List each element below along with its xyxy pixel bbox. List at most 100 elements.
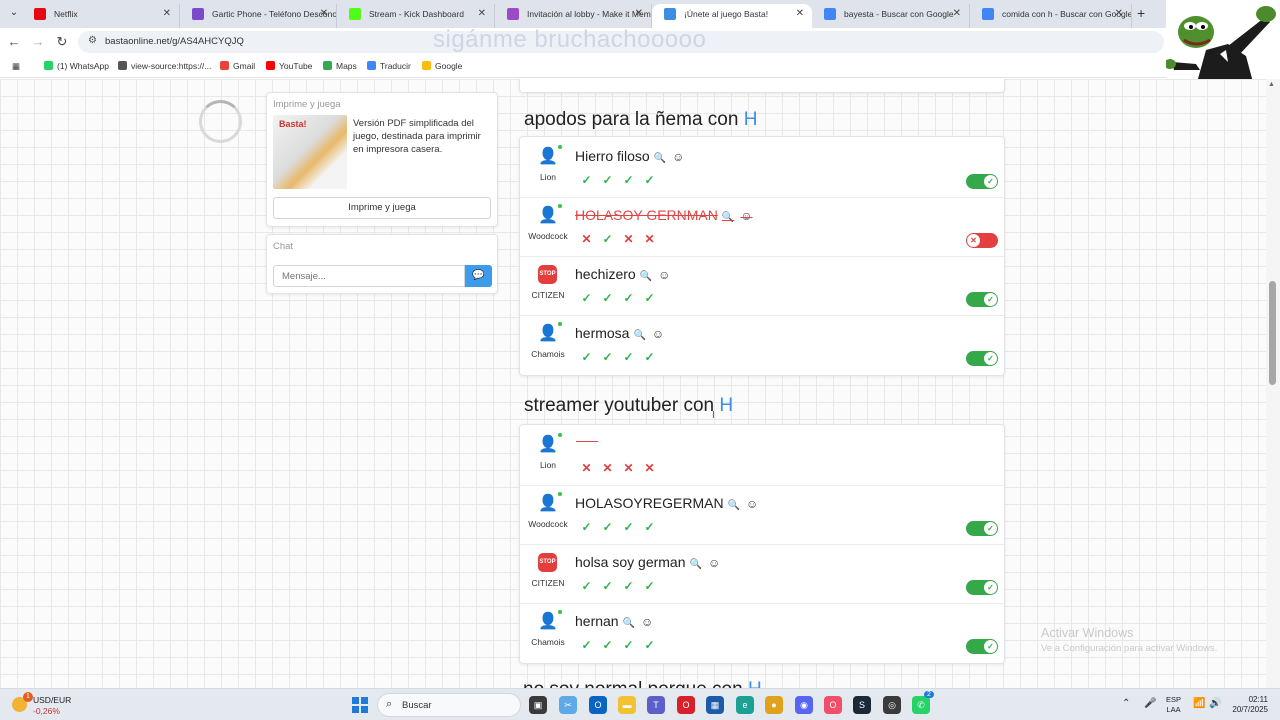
stop-icon: STOP	[538, 553, 557, 572]
smiley-icon[interactable]: ☺	[708, 556, 720, 570]
clock[interactable]: 02:11 20/7/2025	[1226, 695, 1268, 715]
smiley-icon[interactable]: ☺	[641, 615, 653, 629]
check-icon: ✓	[984, 293, 997, 306]
smiley-icon[interactable]: ☺	[740, 209, 752, 223]
search-icon[interactable]: 🔍	[640, 271, 652, 282]
bookmark-item[interactable]: Maps	[323, 61, 357, 71]
accept-toggle[interactable]: ✓	[966, 639, 998, 654]
chat-message-input[interactable]	[273, 265, 465, 287]
close-tab-icon[interactable]: ✕	[320, 4, 328, 24]
opera-gx-icon[interactable]: O	[824, 696, 842, 714]
search-icon[interactable]: 🔍	[728, 500, 740, 511]
accept-toggle[interactable]: ✓	[966, 292, 998, 307]
new-tab-button[interactable]: +	[1137, 5, 1145, 21]
windows-start-icon[interactable]	[352, 697, 368, 713]
url-text[interactable]: bastaonline.net/g/AS4AHCYQJQ	[105, 36, 244, 47]
language-indicator[interactable]: ESP LAA	[1166, 695, 1181, 715]
scroll-up-arrow-icon[interactable]: ▲	[1268, 81, 1275, 88]
tray-chevron-icon[interactable]: ⌃	[1122, 698, 1130, 709]
browser-tab[interactable]: Gartic Phone - Teléfono Desconocido✕	[180, 4, 337, 28]
store-icon[interactable]: ▦	[706, 696, 724, 714]
teams-icon[interactable]: T	[647, 696, 665, 714]
stop-label: STOP	[539, 559, 556, 565]
browser-tab[interactable]: ¡Únete al juego Basta! ✕	[652, 4, 812, 28]
browser-tab[interactable]: Netflix ✕	[22, 4, 180, 28]
obs-icon[interactable]: ◎	[883, 696, 901, 714]
search-icon[interactable]: 🔍	[722, 212, 734, 223]
back-arrow-icon[interactable]: ←	[6, 34, 22, 49]
check-icon: ✓	[644, 350, 655, 364]
search-icon[interactable]: 🔍	[654, 153, 666, 164]
discord-icon[interactable]: ◉	[795, 696, 813, 714]
online-dot-icon	[558, 492, 562, 496]
chat-send-button[interactable]: 💬	[465, 265, 492, 287]
outlook-icon[interactable]: O	[589, 696, 607, 714]
taskbar-search[interactable]: ⌕ Buscar	[377, 693, 521, 717]
close-tab-icon[interactable]: ✕	[635, 4, 643, 24]
accept-toggle[interactable]: ✓	[966, 521, 998, 536]
accept-toggle[interactable]: ✓	[966, 174, 998, 189]
smiley-icon[interactable]: ☺	[746, 497, 758, 511]
browser-tab[interactable]: bayesta - Buscar con Google ✕	[812, 4, 970, 28]
microphone-icon[interactable]: 🎤	[1144, 698, 1156, 709]
browser-tab[interactable]: Stream - Kick Dashboard ✕	[337, 4, 495, 28]
answer-row: 👤 Woodcock HOLASOYREGERMAN 🔍 ☺ ✓ ✓ ✓ ✓ ✓	[520, 486, 1004, 545]
file-explorer-icon[interactable]: ▬	[618, 696, 636, 714]
bookmark-item[interactable]: Traducir	[367, 61, 411, 71]
close-tab-icon[interactable]: ✕	[163, 4, 171, 24]
google-icon	[824, 8, 836, 20]
page-scrollbar[interactable]: ▲	[1266, 79, 1280, 688]
bookmark-item[interactable]: view-source:https://...	[118, 61, 211, 71]
bookmark-item[interactable]: Google	[422, 61, 462, 71]
steam-icon[interactable]: S	[853, 696, 871, 714]
tab-search-chevron-icon[interactable]: ⌄	[6, 5, 22, 21]
close-tab-icon[interactable]: ✕	[953, 4, 961, 24]
volume-icon[interactable]: 🔊	[1209, 698, 1221, 709]
forward-arrow-icon[interactable]: →	[30, 34, 46, 49]
chrome-icon[interactable]: ●	[765, 696, 783, 714]
close-tab-icon[interactable]: ✕	[1115, 4, 1123, 24]
windows-taskbar: 1 USD/EUR -0,26% ⌕ Buscar ▣ ✂ O ▬ T O ▦ …	[0, 688, 1280, 720]
smiley-icon[interactable]: ☺	[672, 150, 684, 164]
close-tab-icon[interactable]: ✕	[796, 4, 804, 24]
answer-row: 👤 Chamois hermosa 🔍 ☺ ✓ ✓ ✓ ✓ ✓	[520, 316, 1004, 375]
page-content: Imprime y juega Basta! Versión PDF simpl…	[0, 79, 1280, 688]
scrollbar-thumb[interactable]	[1269, 281, 1276, 385]
bookmark-item[interactable]: YouTube	[266, 61, 312, 71]
print-and-play-button[interactable]: Imprime y juega	[273, 197, 491, 219]
accept-toggle[interactable]: ✓	[966, 351, 998, 366]
check-icon: ✓	[581, 291, 592, 305]
search-icon[interactable]: 🔍	[633, 330, 645, 341]
site-info-icon[interactable]: ⚙	[88, 35, 97, 46]
bookmark-item[interactable]: Gmail	[220, 61, 255, 71]
browser-tab[interactable]: comida con h - Buscar con Google ✕	[970, 4, 1132, 28]
category-letter: H	[743, 109, 758, 130]
smiley-icon[interactable]: ☺	[652, 327, 664, 341]
browser-tab[interactable]: Invitación al lobby - Make it Meme ✕	[495, 4, 652, 28]
snipping-tool-icon[interactable]: ✂	[559, 696, 577, 714]
answer-row: STOP CITIZEN holsa soy german 🔍 ☺ ✓ ✓ ✓ ✓ ✓	[520, 545, 1004, 604]
answer-row: 👤 Lion ✕ ✕ ✕ ✕	[520, 427, 1004, 486]
cross-icon: ✕	[581, 232, 592, 246]
bookmark-item[interactable]: (1) WhatsApp	[44, 61, 109, 71]
search-icon[interactable]: 🔍	[623, 618, 635, 629]
search-icon[interactable]: 🔍	[690, 559, 702, 570]
accept-toggle[interactable]: ✕	[966, 233, 998, 248]
apps-grid-icon[interactable]: ▦	[12, 61, 20, 72]
check-icon: ✓	[602, 173, 613, 187]
smiley-icon[interactable]: ☺	[658, 268, 670, 282]
wifi-icon[interactable]: 📶	[1193, 698, 1205, 709]
cross-icon: ✕	[623, 232, 634, 246]
answer-text: Hierro filoso 🔍 ☺	[575, 148, 684, 164]
opera-icon[interactable]: O	[677, 696, 695, 714]
close-tab-icon[interactable]: ✕	[478, 4, 486, 24]
answer-text: holsa soy german 🔍 ☺	[575, 554, 720, 570]
whatsapp-icon[interactable]: ✆	[912, 696, 930, 714]
check-icon: ✓	[984, 352, 997, 365]
task-view-icon[interactable]: ▣	[529, 696, 547, 714]
edge-icon[interactable]: e	[736, 696, 754, 714]
accept-toggle[interactable]: ✓	[966, 580, 998, 595]
answers-card: 👤 Lion Hierro filoso 🔍 ☺ ✓ ✓ ✓ ✓ ✓ 👤 Woodcock HOLASO…	[519, 136, 1005, 376]
address-bar[interactable]: ⚙ bastaonline.net/g/AS4AHCYQJQ sigánme b…	[78, 26, 1164, 53]
reload-icon[interactable]: ↻	[54, 34, 70, 50]
